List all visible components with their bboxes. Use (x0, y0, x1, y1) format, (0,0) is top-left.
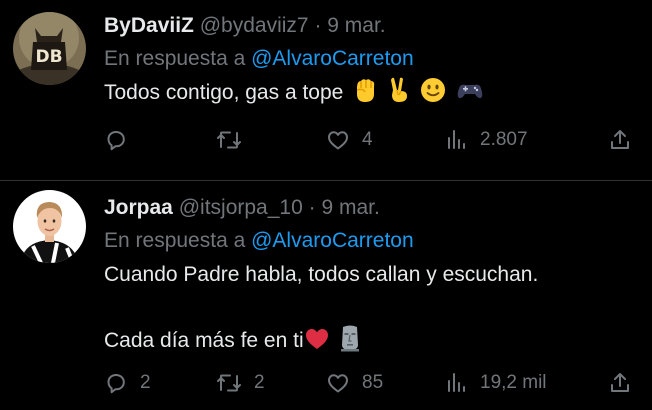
like-count: 85 (362, 372, 384, 393)
svg-text:DB: DB (35, 47, 62, 67)
heart-icon (328, 374, 348, 393)
author-name[interactable]: ByDaviiZ (104, 14, 194, 37)
views-button[interactable]: 2.807 (444, 122, 528, 158)
reply-prefix: En respuesta a (104, 47, 246, 70)
bar-chart-icon (448, 130, 465, 149)
share-icon (611, 130, 629, 149)
reply-prefix: En respuesta a (104, 229, 246, 252)
tweet[interactable]: DB ByDaviiZ @bydaviiz7 · 9 mar. En respu… (0, 0, 652, 180)
tweet[interactable]: Jorpaa @itsjorpa_10 · 9 mar. En respuest… (0, 181, 652, 410)
tweet-date[interactable]: 9 mar. (321, 196, 379, 219)
tweet-actions: 4 2.807 (104, 122, 640, 158)
separator-dot: · (308, 196, 316, 219)
retweet-count: 2 (254, 372, 265, 393)
retweet-button[interactable] (216, 122, 254, 158)
reply-button[interactable] (104, 122, 140, 158)
reply-context: En respuesta a @AlvaroCarreton (104, 42, 642, 76)
author-handle[interactable]: @bydaviiz7 (200, 14, 309, 37)
views-count: 19,2 mil (480, 372, 547, 393)
tweet-text-line: Todos contigo, gas a tope (104, 81, 344, 104)
reply-icon (107, 374, 125, 394)
tweet-text-line: Cada día más fe en ti (104, 329, 304, 352)
reply-icon (107, 131, 125, 151)
views-count: 2.807 (480, 129, 528, 150)
share-icon (611, 373, 629, 392)
red-heart-emoji (304, 326, 330, 363)
reply-count: 2 (140, 372, 151, 393)
like-count: 4 (362, 129, 373, 150)
share-button[interactable] (608, 365, 632, 401)
reply-context: En respuesta a @AlvaroCarreton (104, 224, 642, 258)
reply-button[interactable]: 2 (104, 365, 151, 401)
tweet-text: Cada día más fe en ti (104, 324, 642, 363)
reply-mention-link[interactable]: @AlvaroCarreton (251, 47, 414, 70)
like-button[interactable]: 4 (326, 122, 373, 158)
bar-chart-icon (448, 373, 465, 392)
retweet-button[interactable]: 2 (216, 365, 265, 401)
tweet-text: Todos contigo, gas a tope (104, 76, 642, 115)
slightly-smiling-face-emoji (419, 76, 447, 115)
tweet-actions: 2 2 85 19,2 mil (104, 365, 640, 401)
retweet-icon (217, 131, 241, 149)
author-handle[interactable]: @itsjorpa_10 (179, 196, 303, 219)
video-game-emoji (455, 76, 485, 115)
tweet-header: ByDaviiZ @bydaviiz7 · 9 mar. (104, 10, 642, 42)
tweet-text-line: Cuando Padre habla, todos callan y escuc… (104, 263, 539, 286)
tweet-date[interactable]: 9 mar. (327, 14, 385, 37)
moai-emoji (337, 324, 363, 363)
tweet-header: Jorpaa @itsjorpa_10 · 9 mar. (104, 192, 642, 224)
retweet-icon (217, 374, 241, 392)
author-name[interactable]: Jorpaa (104, 196, 173, 219)
avatar[interactable]: DB (13, 12, 86, 85)
avatar[interactable] (13, 190, 86, 263)
heart-icon (328, 131, 348, 150)
separator-dot: · (314, 14, 322, 37)
reply-mention-link[interactable]: @AlvaroCarreton (251, 229, 414, 252)
views-button[interactable]: 19,2 mil (444, 365, 547, 401)
share-button[interactable] (608, 122, 632, 158)
raised-fist-emoji (351, 76, 379, 115)
victory-hand-emoji (387, 76, 411, 115)
like-button[interactable]: 85 (326, 365, 383, 401)
